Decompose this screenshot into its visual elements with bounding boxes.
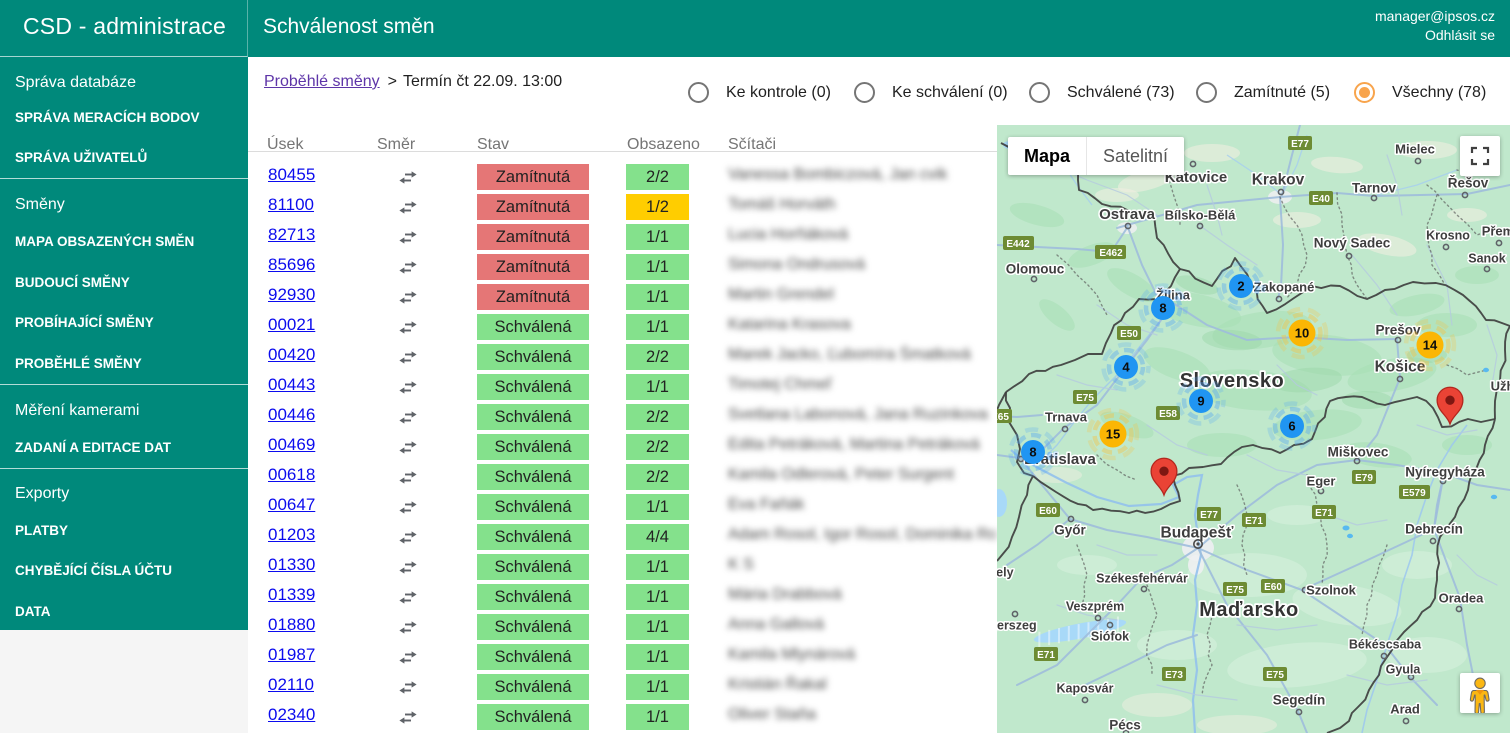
svg-text:Mielec: Mielec — [1395, 142, 1435, 157]
svg-text:Krosno: Krosno — [1426, 228, 1470, 242]
svg-text:Sanok: Sanok — [1468, 251, 1506, 265]
svg-text:E73: E73 — [1165, 670, 1183, 681]
svg-text:Nyíregyháza: Nyíregyháza — [1405, 465, 1485, 480]
svg-text:4: 4 — [1122, 360, 1130, 375]
svg-text:6: 6 — [1288, 419, 1295, 434]
svg-text:E77: E77 — [1291, 139, 1309, 150]
svg-text:E58: E58 — [1159, 409, 1177, 420]
svg-text:Užhorod: Užhorod — [1491, 379, 1510, 394]
svg-text:Gyula: Gyula — [1386, 662, 1422, 676]
svg-text:E60: E60 — [1039, 506, 1057, 517]
svg-text:2: 2 — [1237, 279, 1244, 294]
svg-text:Budapešť: Budapešť — [1161, 524, 1234, 541]
svg-text:E75: E75 — [1266, 670, 1284, 681]
svg-text:Nový Sadec: Nový Sadec — [1314, 236, 1391, 251]
svg-text:E71: E71 — [1037, 650, 1055, 661]
svg-text:8: 8 — [1029, 445, 1036, 460]
svg-text:E50: E50 — [1120, 329, 1138, 340]
svg-text:Zalaegerszeg: Zalaegerszeg — [997, 618, 1037, 632]
svg-text:E462: E462 — [1099, 248, 1123, 259]
svg-text:Szolnok: Szolnok — [1306, 583, 1357, 598]
svg-text:Kaposvár: Kaposvár — [1057, 681, 1114, 695]
svg-text:Arad: Arad — [1390, 702, 1420, 717]
svg-text:Eger: Eger — [1307, 474, 1336, 489]
svg-text:Přemyšl: Přemyšl — [1482, 224, 1510, 239]
svg-text:15: 15 — [1106, 427, 1120, 442]
svg-text:E442: E442 — [1006, 239, 1030, 250]
svg-text:Győr: Győr — [1054, 523, 1086, 538]
svg-text:Olomouc: Olomouc — [1006, 262, 1065, 277]
svg-text:Tarnov: Tarnov — [1352, 181, 1396, 196]
svg-text:Miškovec: Miškovec — [1328, 445, 1389, 460]
svg-text:E71: E71 — [1315, 508, 1333, 519]
svg-text:10: 10 — [1295, 326, 1309, 341]
svg-text:Řešov: Řešov — [1448, 176, 1489, 191]
svg-text:E75: E75 — [1226, 585, 1244, 596]
svg-text:Szombathely: Szombathely — [997, 565, 1014, 579]
svg-text:Ostrava: Ostrava — [1099, 206, 1156, 223]
svg-text:9: 9 — [1197, 394, 1204, 409]
svg-text:E65: E65 — [997, 412, 1009, 423]
svg-text:8: 8 — [1159, 301, 1166, 316]
svg-text:Pécs: Pécs — [1109, 718, 1141, 733]
svg-text:Békéscsaba: Békéscsaba — [1349, 637, 1422, 651]
svg-text:E60: E60 — [1264, 582, 1282, 593]
svg-text:Segedín: Segedín — [1273, 693, 1326, 708]
svg-text:Debrecín: Debrecín — [1405, 522, 1463, 537]
svg-text:E579: E579 — [1402, 488, 1426, 499]
svg-text:E75: E75 — [1076, 393, 1094, 404]
svg-text:Veszprém: Veszprém — [1066, 599, 1124, 613]
svg-text:Maďarsko: Maďarsko — [1199, 599, 1299, 621]
svg-text:E79: E79 — [1355, 473, 1373, 484]
svg-text:E77: E77 — [1200, 510, 1218, 521]
svg-text:E71: E71 — [1245, 516, 1263, 527]
svg-text:Siófok: Siófok — [1091, 629, 1129, 643]
svg-text:14: 14 — [1423, 338, 1438, 353]
svg-text:Székesfehérvár: Székesfehérvár — [1096, 571, 1188, 585]
svg-text:Bílsko-Bělá: Bílsko-Bělá — [1165, 208, 1237, 223]
svg-text:Trnava: Trnava — [1045, 410, 1088, 425]
svg-text:Oradea: Oradea — [1439, 591, 1485, 606]
svg-text:E40: E40 — [1312, 194, 1330, 205]
svg-text:Krakov: Krakov — [1252, 171, 1305, 188]
svg-text:Košice: Košice — [1375, 358, 1426, 375]
